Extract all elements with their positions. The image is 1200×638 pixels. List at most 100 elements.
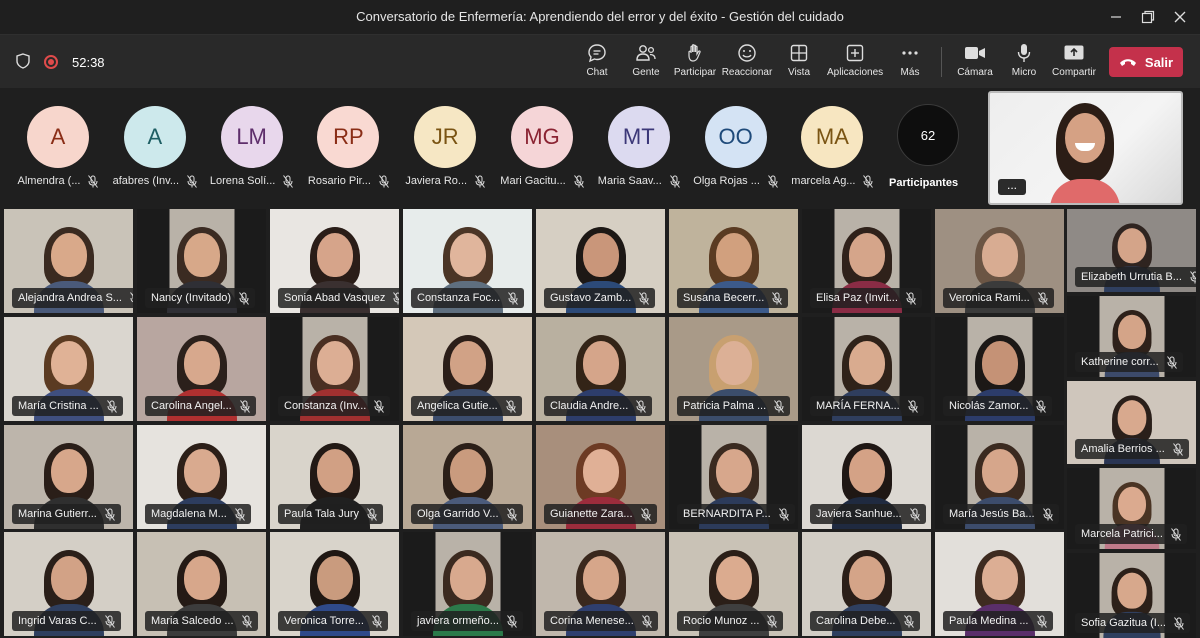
add-app-icon xyxy=(827,41,883,65)
participant-name: Ingrid Varas C... xyxy=(18,615,97,627)
video-tile[interactable]: Sonia Abad Vasquez xyxy=(270,209,399,313)
participant-avatar[interactable]: A xyxy=(123,106,186,168)
participant-name: Rocio Munoz ... xyxy=(683,615,760,627)
video-tile[interactable]: Claudia Andre... xyxy=(536,317,665,421)
participant-nametag: Veronica Torre... xyxy=(278,611,388,631)
avatar-initials: JR xyxy=(431,124,459,149)
participant-name: Corina Menese... xyxy=(550,615,634,627)
mic-button[interactable]: Micro xyxy=(996,41,1052,85)
video-tile[interactable]: Patricia Palma ... xyxy=(669,317,798,421)
video-tile[interactable]: Gustavo Zamb... xyxy=(536,209,665,313)
avatar-initials: OO xyxy=(718,124,753,149)
video-tile[interactable]: Paula Tala Jury xyxy=(270,425,399,529)
participant-avatar[interactable]: JR xyxy=(414,106,477,168)
video-tile[interactable]: Constanza Foc... xyxy=(403,209,532,313)
video-tile[interactable]: Maria Salcedo ... xyxy=(137,532,266,636)
video-tile[interactable]: Magdalena M... xyxy=(137,425,266,529)
video-tile[interactable]: Marcela Patrici... xyxy=(1067,468,1196,549)
video-tile[interactable]: Guianette Zara... xyxy=(536,425,665,529)
participant-name: Veronica Rami... xyxy=(949,292,1030,304)
mic-off-icon xyxy=(1171,528,1181,541)
avatar-name-label: afabres (Inv... xyxy=(112,175,180,187)
avatar-name-label: Mari Gacitu... xyxy=(500,175,566,187)
video-tile[interactable]: BERNARDITA P... xyxy=(669,425,798,529)
participant-nametag: Claudia Andre... xyxy=(544,396,653,416)
microphone-icon xyxy=(996,41,1052,65)
video-tile[interactable]: Veronica Rami... xyxy=(935,209,1064,313)
mic-off-icon xyxy=(283,175,294,188)
video-tile[interactable]: Javiera Sanhue... xyxy=(802,425,931,529)
video-tile[interactable]: Carolina Debe... xyxy=(802,532,931,636)
react-button[interactable]: Reaccionar xyxy=(719,41,775,85)
video-tile[interactable]: Rocio Munoz ... xyxy=(669,532,798,636)
participant-name: MARÍA FERNA... xyxy=(816,400,900,412)
participant-name: Constanza (Inv... xyxy=(284,400,367,412)
chat-button[interactable]: Chat xyxy=(569,41,625,85)
video-tile[interactable]: Nancy (Invitado) xyxy=(137,209,266,313)
video-tile[interactable]: María Jesús Ba... xyxy=(935,425,1064,529)
participant-nametag: Marcela Patrici... xyxy=(1075,524,1187,544)
video-tile[interactable]: Veronica Torre... xyxy=(270,532,399,636)
participant-nametag: Javiera Sanhue... xyxy=(810,504,926,524)
video-tile[interactable]: Ingrid Varas C... xyxy=(4,532,133,636)
participant-name: Carolina Debe... xyxy=(816,615,896,627)
participant-nametag: Nancy (Invitado) xyxy=(145,288,256,308)
view-button[interactable]: Vista xyxy=(771,41,827,85)
participant-nametag: Elizabeth Urrutia B... xyxy=(1075,267,1196,287)
video-tile[interactable]: javiera ormeño... xyxy=(403,532,532,636)
participant-name: Paula Medina ... xyxy=(949,615,1029,627)
avatar-initials: RP xyxy=(333,124,364,149)
video-tile[interactable]: Nicolás Zamor... xyxy=(935,317,1064,421)
video-tile[interactable]: Elisa Paz (Invit... xyxy=(802,209,931,313)
people-button[interactable]: Gente xyxy=(618,41,674,85)
apps-button[interactable]: Aplicaciones xyxy=(827,41,883,85)
video-tile[interactable]: Susana Becerr... xyxy=(669,209,798,313)
video-tile[interactable]: Marina Gutierr... xyxy=(4,425,133,529)
video-tile[interactable]: Katherine corr... xyxy=(1067,296,1196,377)
participant-avatar[interactable]: OO xyxy=(704,106,767,168)
participant-name: Constanza Foc... xyxy=(417,292,501,304)
video-tile[interactable]: Corina Menese... xyxy=(536,532,665,636)
grid-view-icon xyxy=(771,41,827,65)
mic-off-icon xyxy=(907,400,918,413)
video-tile[interactable]: María Cristina ... xyxy=(4,317,133,421)
participant-count[interactable]: 62 xyxy=(897,104,959,166)
participant-avatar[interactable]: A xyxy=(27,106,89,168)
participant-avatar[interactable]: MG xyxy=(511,106,573,168)
participant-avatar[interactable]: MA xyxy=(801,106,864,168)
mic-off-icon xyxy=(372,615,382,628)
participant-nametag: Constanza (Inv... xyxy=(278,396,391,416)
participant-name: BERNARDITA P... xyxy=(683,508,771,520)
camera-button[interactable]: Cámara xyxy=(947,41,1003,85)
self-view-more-button[interactable]: ... xyxy=(998,179,1026,195)
mic-off-icon xyxy=(241,615,252,628)
raise-hand-button[interactable]: Participar xyxy=(667,41,723,85)
participant-avatar[interactable]: LM xyxy=(220,106,283,168)
video-tile[interactable]: Elizabeth Urrutia B... xyxy=(1067,209,1196,292)
avatar-name-label: Rosario Pir... xyxy=(307,175,371,187)
participant-avatar[interactable]: MT xyxy=(607,106,670,168)
mic-off-icon xyxy=(768,175,778,188)
title-bar: Conversatorio de Enfermería: Aprendiendo… xyxy=(0,0,1200,34)
leave-button[interactable]: Salir xyxy=(1109,47,1183,77)
self-view[interactable]: ... xyxy=(988,91,1183,205)
mic-off-icon xyxy=(767,615,778,628)
video-tile[interactable]: Paula Medina ... xyxy=(935,532,1064,636)
video-tile[interactable]: Olga Garrido V... xyxy=(403,425,532,529)
video-tile[interactable]: Angelica Gutie... xyxy=(403,317,532,421)
mic-off-icon xyxy=(130,292,133,304)
video-tile[interactable]: Carolina Angel... xyxy=(137,317,266,421)
video-tile[interactable]: MARÍA FERNA... xyxy=(802,317,931,421)
participant-name: Marina Gutierr... xyxy=(18,508,97,520)
more-button[interactable]: Más xyxy=(882,41,938,85)
video-tile[interactable]: Alejandra Andrea S... xyxy=(4,209,133,313)
participant-nametag: Marina Gutierr... xyxy=(12,504,121,524)
participant-avatar[interactable]: RP xyxy=(317,106,380,168)
share-button[interactable]: Compartir xyxy=(1046,41,1102,85)
video-tile[interactable]: Sofia Gazitua (I... xyxy=(1067,553,1196,638)
mic-off-icon xyxy=(106,400,117,413)
video-tile[interactable]: Constanza (Inv... xyxy=(270,317,399,421)
video-tile[interactable]: Amalia Berrios ... xyxy=(1067,381,1196,464)
close-icon[interactable] xyxy=(1160,0,1200,34)
hang-up-icon xyxy=(1119,55,1137,70)
